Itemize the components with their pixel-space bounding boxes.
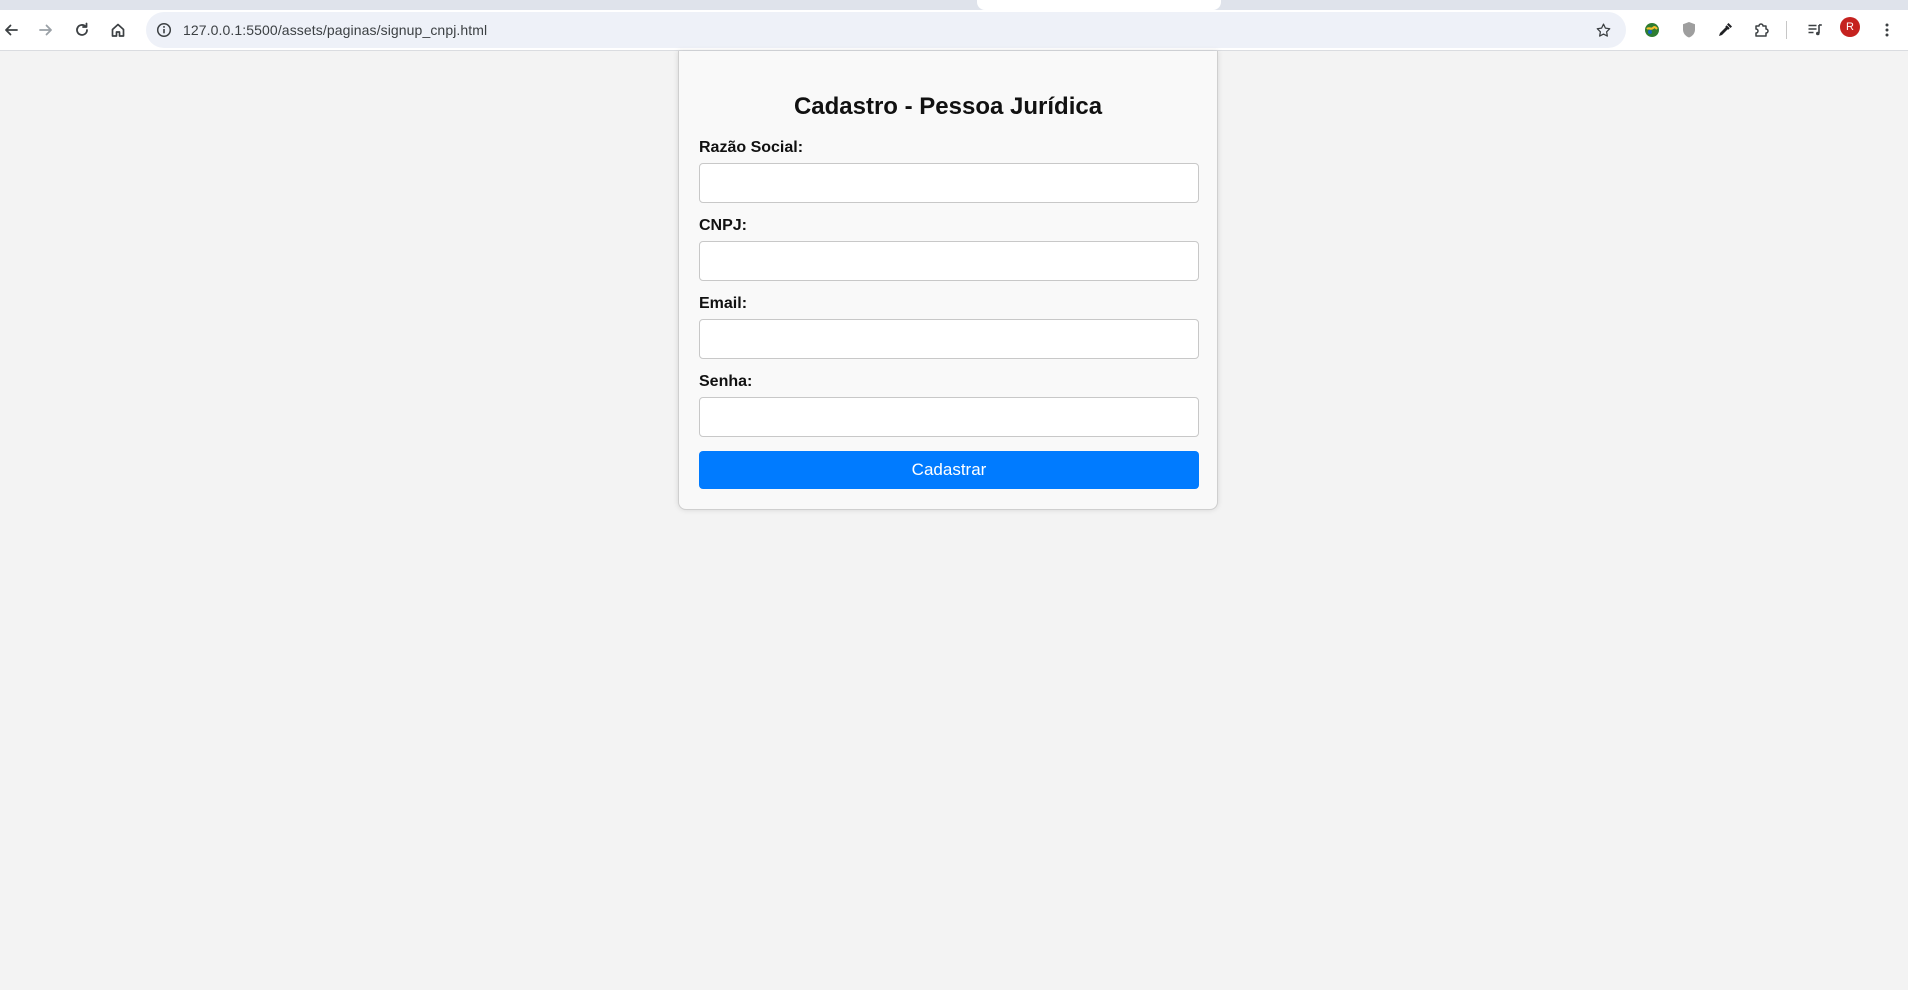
globe-extension-icon <box>1643 21 1661 39</box>
toolbar-divider <box>1786 21 1787 39</box>
address-bar[interactable]: 127.0.0.1:5500/assets/paginas/signup_cnp… <box>146 12 1626 48</box>
home-icon <box>110 22 126 38</box>
extensions-button[interactable] <box>1746 15 1776 45</box>
senha-label: Senha: <box>699 373 753 390</box>
media-controls-button[interactable] <box>1800 15 1830 45</box>
shield-extension-button[interactable] <box>1674 15 1704 45</box>
forward-button[interactable] <box>31 15 61 45</box>
eyedropper-icon <box>1717 22 1733 38</box>
bookmark-star-icon[interactable] <box>1592 19 1614 41</box>
cadastrar-button[interactable]: Cadastrar <box>699 451 1199 489</box>
form-title: Cadastro - Pessoa Jurídica <box>793 93 1103 120</box>
url-text[interactable]: 127.0.0.1:5500/assets/paginas/signup_cnp… <box>183 12 487 48</box>
arrow-right-icon <box>38 22 54 38</box>
back-button[interactable] <box>0 15 26 45</box>
cnpj-input[interactable] <box>699 241 1199 281</box>
email-input[interactable] <box>699 319 1199 359</box>
active-tab[interactable] <box>977 0 1221 10</box>
signup-form-card: Cadastro - Pessoa Jurídica Razão Social:… <box>678 51 1218 510</box>
razao-social-input[interactable] <box>699 163 1199 203</box>
email-label: Email: <box>699 295 748 312</box>
arrow-left-icon <box>3 22 19 38</box>
browser-menu-button[interactable] <box>1872 15 1902 45</box>
shield-extension-icon <box>1681 21 1697 39</box>
info-icon[interactable] <box>154 20 174 40</box>
eyedropper-button[interactable] <box>1710 15 1740 45</box>
reload-button[interactable] <box>67 15 97 45</box>
reload-icon <box>74 22 90 38</box>
razao-social-label: Razão Social: <box>699 139 804 156</box>
puzzle-icon <box>1753 22 1769 38</box>
media-playlist-icon <box>1807 22 1823 38</box>
page-viewport: Cadastro - Pessoa Jurídica Razão Social:… <box>0 51 1908 990</box>
globe-extension-button[interactable] <box>1637 15 1667 45</box>
kebab-menu-icon <box>1879 22 1895 38</box>
profile-avatar[interactable]: R <box>1840 17 1860 37</box>
home-button[interactable] <box>103 15 133 45</box>
browser-toolbar: 127.0.0.1:5500/assets/paginas/signup_cnp… <box>0 10 1908 51</box>
cnpj-label: CNPJ: <box>699 217 748 234</box>
tab-strip <box>0 0 1908 10</box>
senha-input[interactable] <box>699 397 1199 437</box>
